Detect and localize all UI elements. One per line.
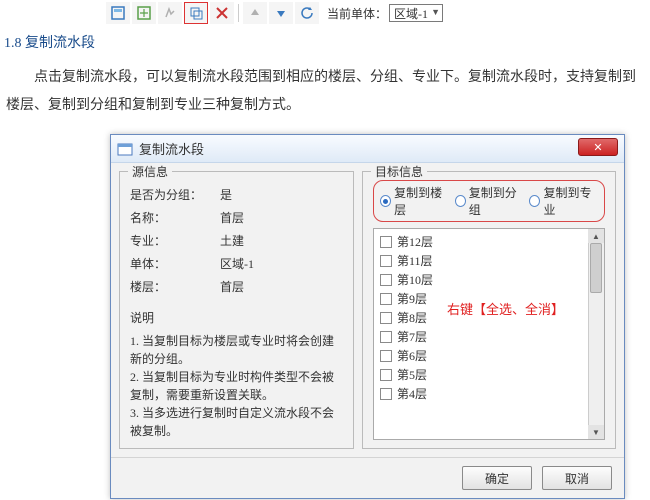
tool-btn-delete[interactable]	[210, 2, 234, 24]
close-button[interactable]: ✕	[578, 138, 618, 156]
floor-item[interactable]: 第4层	[374, 384, 604, 403]
chevron-down-icon: ▼	[431, 7, 440, 17]
tool-btn-3[interactable]	[158, 2, 182, 24]
source-label: 专业：	[130, 232, 220, 249]
dialog-titlebar: 复制流水段 ✕	[111, 135, 624, 163]
floor-item[interactable]: 第11层	[374, 251, 604, 270]
checkbox-icon[interactable]	[380, 274, 392, 286]
floor-label: 第6层	[397, 347, 427, 364]
tool-btn-up[interactable]	[243, 2, 267, 24]
dialog-icon	[117, 141, 133, 157]
intro-paragraph: 点击复制流水段，可以复制流水段范围到相应的楼层、分组、专业下。复制流水段时，支持…	[6, 64, 644, 120]
desc-label: 说明	[130, 309, 343, 326]
scroll-down-arrow[interactable]: ▼	[588, 425, 604, 439]
source-value: 区域-1	[220, 255, 343, 272]
ok-button[interactable]: 确定	[462, 466, 532, 490]
desc-item: 1. 当复制目标为楼层或专业时将会创建新的分组。	[130, 332, 343, 368]
scrollbar[interactable]: ▲ ▼	[588, 229, 604, 439]
radio-dot-icon	[529, 195, 540, 207]
copy-mode-radios: 复制到楼层复制到分组复制到专业	[373, 180, 605, 222]
checkbox-icon[interactable]	[380, 293, 392, 305]
checkbox-icon[interactable]	[380, 350, 392, 362]
source-label: 是否为分组：	[130, 186, 220, 203]
radio-dot-icon	[380, 195, 391, 207]
floor-item[interactable]: 第5层	[374, 365, 604, 384]
target-panel-title: 目标信息	[371, 163, 427, 180]
source-value: 土建	[220, 232, 343, 249]
source-label: 单体：	[130, 255, 220, 272]
dialog-body: 源信息 是否为分组：是名称：首层专业：土建单体：区域-1楼层：首层 说明 1. …	[111, 163, 624, 457]
floor-item[interactable]: 第6层	[374, 346, 604, 365]
desc-item: 2. 当复制目标为专业时构件类型不会被复制，需要重新设置关联。	[130, 368, 343, 404]
floor-item[interactable]: 第7层	[374, 327, 604, 346]
tool-btn-copy-segment[interactable]	[184, 2, 208, 24]
floor-label: 第12层	[397, 233, 433, 250]
current-unit-label: 当前单体：	[327, 5, 387, 22]
floor-label: 第9层	[397, 290, 427, 307]
floor-item[interactable]: 第12层	[374, 232, 604, 251]
radio-复制到专业[interactable]: 复制到专业	[529, 184, 598, 218]
close-icon: ✕	[593, 141, 602, 154]
checkbox-icon[interactable]	[380, 331, 392, 343]
dialog-footer: 确定 取消	[111, 457, 624, 498]
source-row: 楼层：首层	[130, 278, 343, 295]
checkbox-icon[interactable]	[380, 312, 392, 324]
source-row: 名称：首层	[130, 209, 343, 226]
tool-btn-refresh[interactable]	[295, 2, 319, 24]
radio-复制到分组[interactable]: 复制到分组	[455, 184, 524, 218]
source-value: 首层	[220, 209, 343, 226]
radio-label: 复制到分组	[469, 184, 524, 218]
floor-label: 第4层	[397, 385, 427, 402]
floor-label: 第7层	[397, 328, 427, 345]
scroll-up-arrow[interactable]: ▲	[588, 229, 604, 243]
floor-item[interactable]: 第10层	[374, 270, 604, 289]
source-panel-title: 源信息	[128, 163, 172, 180]
target-panel: 目标信息 复制到楼层复制到分组复制到专业 第12层第11层第10层第9层第8层第…	[362, 171, 616, 449]
floor-list: 第12层第11层第10层第9层第8层第7层第6层第5层第4层 右键【全选、全消】…	[373, 228, 605, 440]
dialog-title: 复制流水段	[139, 139, 204, 158]
radio-复制到楼层[interactable]: 复制到楼层	[380, 184, 449, 218]
source-label: 楼层：	[130, 278, 220, 295]
source-value: 首层	[220, 278, 343, 295]
tool-btn-1[interactable]	[106, 2, 130, 24]
source-value: 是	[220, 186, 343, 203]
floor-label: 第5层	[397, 366, 427, 383]
current-unit-select[interactable]: 区域-1 ▼	[389, 4, 443, 22]
radio-label: 复制到楼层	[394, 184, 449, 218]
checkbox-icon[interactable]	[380, 236, 392, 248]
source-rows: 是否为分组：是名称：首层专业：土建单体：区域-1楼层：首层	[130, 186, 343, 295]
source-row: 专业：土建	[130, 232, 343, 249]
floor-label: 第8层	[397, 309, 427, 326]
checkbox-icon[interactable]	[380, 255, 392, 267]
scroll-thumb[interactable]	[590, 243, 602, 293]
tool-btn-2[interactable]	[132, 2, 156, 24]
source-label: 名称：	[130, 209, 220, 226]
source-row: 单体：区域-1	[130, 255, 343, 272]
context-menu-hint: 右键【全选、全消】	[447, 299, 564, 318]
checkbox-icon[interactable]	[380, 369, 392, 381]
copy-segment-dialog: 复制流水段 ✕ 源信息 是否为分组：是名称：首层专业：土建单体：区域-1楼层：首…	[110, 134, 625, 499]
toolbar-separator	[238, 4, 239, 22]
floor-label: 第11层	[397, 252, 433, 269]
tool-btn-down[interactable]	[269, 2, 293, 24]
desc-list: 1. 当复制目标为楼层或专业时将会创建新的分组。2. 当复制目标为专业时构件类型…	[130, 332, 343, 440]
current-unit-value: 区域-1	[394, 7, 428, 21]
source-panel: 源信息 是否为分组：是名称：首层专业：土建单体：区域-1楼层：首层 说明 1. …	[119, 171, 354, 449]
desc-item: 3. 当多选进行复制时自定义流水段不会被复制。	[130, 404, 343, 440]
radio-dot-icon	[455, 195, 466, 207]
checkbox-icon[interactable]	[380, 388, 392, 400]
top-toolbar: 当前单体： 区域-1 ▼	[100, 0, 650, 26]
radio-label: 复制到专业	[543, 184, 598, 218]
floor-label: 第10层	[397, 271, 433, 288]
cancel-button[interactable]: 取消	[542, 466, 612, 490]
section-title: 1.8 复制流水段	[4, 32, 650, 52]
source-row: 是否为分组：是	[130, 186, 343, 203]
